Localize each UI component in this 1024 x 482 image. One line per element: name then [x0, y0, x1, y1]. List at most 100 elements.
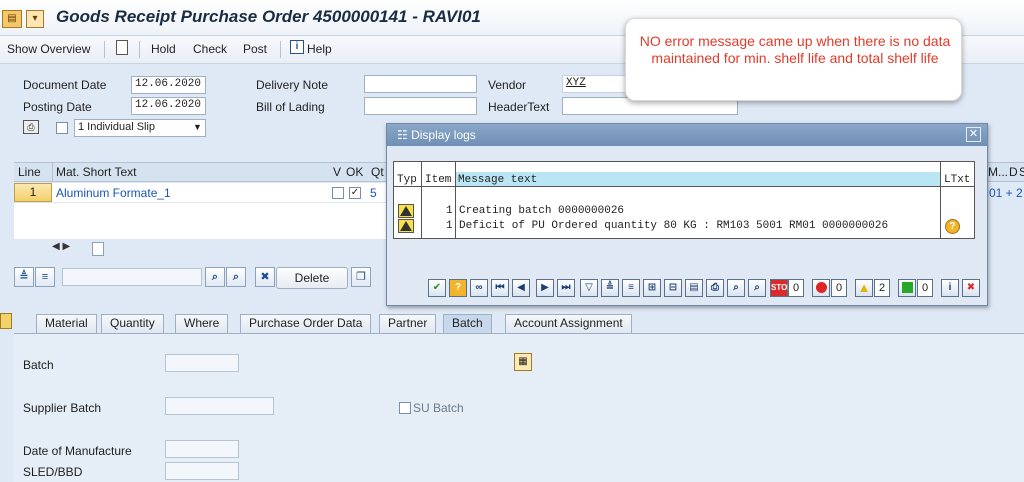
collapse-icon[interactable]: ⊟	[664, 279, 682, 297]
slip-select[interactable]: 1 Individual Slip	[74, 119, 206, 137]
slip-select-value: 1 Individual Slip	[78, 121, 156, 133]
material-link[interactable]: Aluminum Formate_1	[56, 186, 171, 200]
col-mat-short-text[interactable]: Mat. Short Text	[56, 165, 136, 179]
delivery-note-label: Delivery Note	[256, 78, 329, 92]
col-line[interactable]: Line	[18, 165, 41, 179]
tab-scroll-icon[interactable]	[0, 313, 12, 329]
next-page-icon[interactable]: ▶	[536, 279, 554, 297]
last-page-icon[interactable]: ⏭	[557, 279, 575, 297]
col-d[interactable]: D	[1009, 165, 1018, 179]
longtext-help-icon[interactable]: ?	[945, 219, 960, 234]
col-s[interactable]: S	[1019, 165, 1024, 179]
find-next-icon[interactable]: ⌕	[748, 279, 766, 297]
delivery-note-field[interactable]	[364, 75, 477, 93]
tab-quantity[interactable]: Quantity	[101, 314, 164, 333]
date-of-manufacture-field[interactable]	[165, 440, 239, 458]
error-count[interactable]: 0	[831, 279, 848, 297]
help-button[interactable]: Help	[307, 42, 332, 56]
horizontal-scrollbar[interactable]: ◀ ▶	[52, 241, 114, 257]
detail-icon[interactable]: ∞	[470, 279, 488, 297]
cancel-icon[interactable]: ✖	[962, 279, 980, 297]
tab-batch[interactable]: Batch	[443, 314, 492, 333]
posting-date-label: Posting Date	[23, 100, 92, 114]
find-next-icon[interactable]: ⌕	[226, 267, 246, 287]
col-v[interactable]: V	[333, 165, 341, 179]
find-icon[interactable]: ⌕	[727, 279, 745, 297]
tab-material[interactable]: Material	[36, 314, 97, 333]
log-item: 1	[446, 220, 453, 232]
stop-count[interactable]: 0	[788, 279, 805, 297]
ok-checkbox[interactable]: ✓	[349, 187, 361, 199]
log-message[interactable]: Deficit of PU Ordered quantity 80 KG : R…	[459, 220, 888, 232]
warning-icon	[398, 204, 414, 218]
info-icon[interactable]: i	[941, 279, 959, 297]
dialog-title: ☷ Display logs	[397, 128, 476, 142]
col-m[interactable]: M...	[988, 165, 1008, 179]
dropdown-icon[interactable]: ▾	[26, 10, 44, 28]
grid-search-field[interactable]	[62, 268, 202, 286]
print-checkbox[interactable]	[56, 122, 68, 134]
sort-ascending-icon[interactable]: ≜	[601, 279, 619, 297]
batch-label: Batch	[23, 358, 54, 372]
warning-icon[interactable]: ▲	[855, 279, 873, 297]
row-line-button[interactable]: 1	[14, 183, 52, 202]
new-document-icon[interactable]	[116, 40, 128, 55]
find-icon[interactable]: ⌕	[205, 267, 225, 287]
batch-field[interactable]	[165, 354, 239, 372]
hold-button[interactable]: Hold	[151, 42, 176, 56]
chevron-down-icon[interactable]: ▼	[193, 122, 202, 132]
success-icon[interactable]	[898, 279, 916, 297]
expand-icon[interactable]: ⊞	[643, 279, 661, 297]
print-icon[interactable]: ⎙	[706, 279, 724, 297]
col-sep	[421, 162, 422, 238]
previous-page-icon[interactable]: ◀	[512, 279, 530, 297]
sled-bbd-label: SLED/BBD	[23, 465, 83, 479]
check-button[interactable]: Check	[193, 42, 227, 56]
col-item[interactable]: Item	[425, 170, 451, 192]
success-count[interactable]: 0	[917, 279, 934, 297]
tab-account-assignment[interactable]: Account Assignment	[505, 314, 632, 333]
grid-empty-area	[14, 203, 390, 239]
batch-details-icon[interactable]: ▦	[514, 353, 532, 371]
copy-icon[interactable]: ❐	[351, 267, 371, 287]
v-checkbox[interactable]	[332, 187, 344, 199]
warning-count[interactable]: 2	[874, 279, 891, 297]
layout-icon[interactable]: ▤	[685, 279, 703, 297]
tab-partner[interactable]: Partner	[379, 314, 437, 333]
scroll-thumb[interactable]	[92, 242, 104, 256]
log-message[interactable]: Creating batch 0000000026	[459, 205, 624, 217]
col-qty[interactable]: Qt	[371, 165, 384, 179]
header-text-label: HeaderText	[488, 100, 550, 114]
col-ok[interactable]: OK	[346, 165, 363, 179]
filter-icon[interactable]: ▽	[580, 279, 598, 297]
sort-descending-icon[interactable]: ≡	[622, 279, 640, 297]
col-message-text[interactable]: Message text	[458, 170, 537, 192]
tab-purchase-order-data[interactable]: Purchase Order Data	[240, 314, 372, 333]
help-icon[interactable]: ?	[449, 279, 467, 297]
bill-of-lading-field[interactable]	[364, 97, 477, 115]
su-batch-checkbox[interactable]	[399, 402, 411, 414]
col-ltxt[interactable]: LTxt	[944, 170, 970, 192]
error-icon[interactable]	[812, 279, 830, 297]
first-page-icon[interactable]: ⏮	[491, 279, 509, 297]
filter-icon[interactable]: ≡	[35, 267, 55, 287]
info-icon[interactable]: i	[290, 40, 304, 54]
col-sep	[455, 162, 456, 238]
close-icon[interactable]: ✕	[966, 127, 981, 142]
delete-button[interactable]: Delete	[276, 267, 348, 289]
post-button[interactable]: Post	[243, 42, 267, 56]
document-date-field[interactable]: 12.06.2020	[131, 76, 206, 94]
supplier-batch-field[interactable]	[165, 397, 274, 415]
delete-icon[interactable]: ✖	[255, 267, 275, 287]
printer-icon[interactable]: ⎙	[23, 120, 39, 134]
confirm-icon[interactable]: ✔	[428, 279, 446, 297]
sled-bbd-field[interactable]	[165, 462, 239, 480]
posting-date-field[interactable]: 12.06.2020	[131, 97, 206, 115]
show-overview-button[interactable]: Show Overview	[7, 42, 90, 56]
tab-where[interactable]: Where	[175, 314, 229, 333]
adjust-icon[interactable]: ≜	[14, 267, 34, 287]
window-title: Goods Receipt Purchase Order 4500000141 …	[56, 7, 481, 26]
stop-icon[interactable]: STOP	[770, 279, 793, 297]
system-menu-icon[interactable]: ▤	[2, 10, 22, 28]
col-typ[interactable]: Typ	[397, 170, 417, 192]
